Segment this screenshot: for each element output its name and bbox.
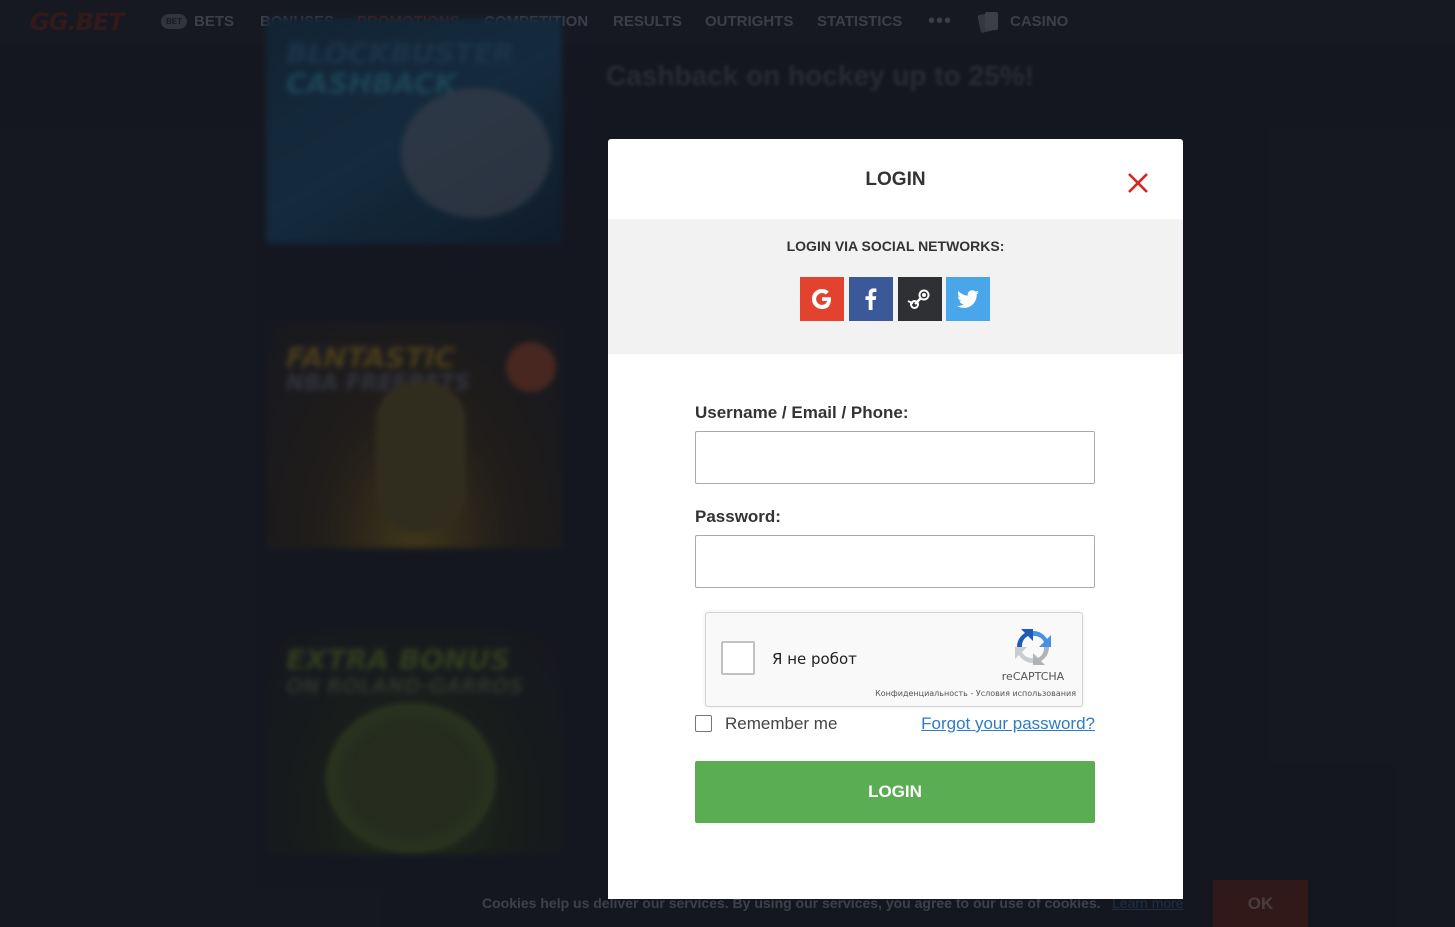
recaptcha-widget: Я не робот reCAPTCHA Конфиденциальность … — [705, 612, 1083, 707]
social-login-title: LOGIN VIA SOCIAL NETWORKS: — [786, 238, 1005, 254]
recaptcha-logo-icon — [1015, 629, 1051, 665]
username-label: Username / Email / Phone: — [695, 403, 909, 422]
google-icon — [812, 289, 831, 309]
social-login-panel: LOGIN VIA SOCIAL NETWORKS: — [608, 219, 1183, 354]
login-modal: LOGIN LOGIN VIA SOCIAL NETWORKS: Usernam… — [608, 139, 1183, 899]
facebook-icon — [865, 288, 877, 310]
password-label: Password: — [695, 507, 781, 526]
recaptcha-brand: reCAPTCHA — [1001, 670, 1065, 683]
forgot-password-link[interactable]: Forgot your password? — [608, 714, 1095, 734]
twitter-login-button[interactable] — [946, 277, 990, 321]
steam-icon — [907, 289, 930, 309]
modal-title: LOGIN — [865, 169, 926, 190]
recaptcha-checkbox[interactable] — [721, 641, 755, 675]
recaptcha-links: Конфиденциальность - Условия использован… — [806, 689, 1076, 698]
recaptcha-label: Я не робот — [772, 650, 857, 668]
close-icon[interactable] — [1123, 168, 1153, 198]
facebook-login-button[interactable] — [849, 277, 893, 321]
recaptcha-privacy-link[interactable]: Конфиденциальность — [875, 689, 968, 698]
recaptcha-terms-link[interactable]: Условия использования — [976, 689, 1076, 698]
password-input[interactable] — [695, 535, 1095, 588]
steam-login-button[interactable] — [898, 277, 942, 321]
google-login-button[interactable] — [800, 277, 844, 321]
twitter-icon — [957, 290, 979, 308]
username-input[interactable] — [695, 431, 1095, 484]
login-button[interactable]: LOGIN — [695, 761, 1095, 823]
recaptcha-separator: - — [967, 689, 976, 698]
